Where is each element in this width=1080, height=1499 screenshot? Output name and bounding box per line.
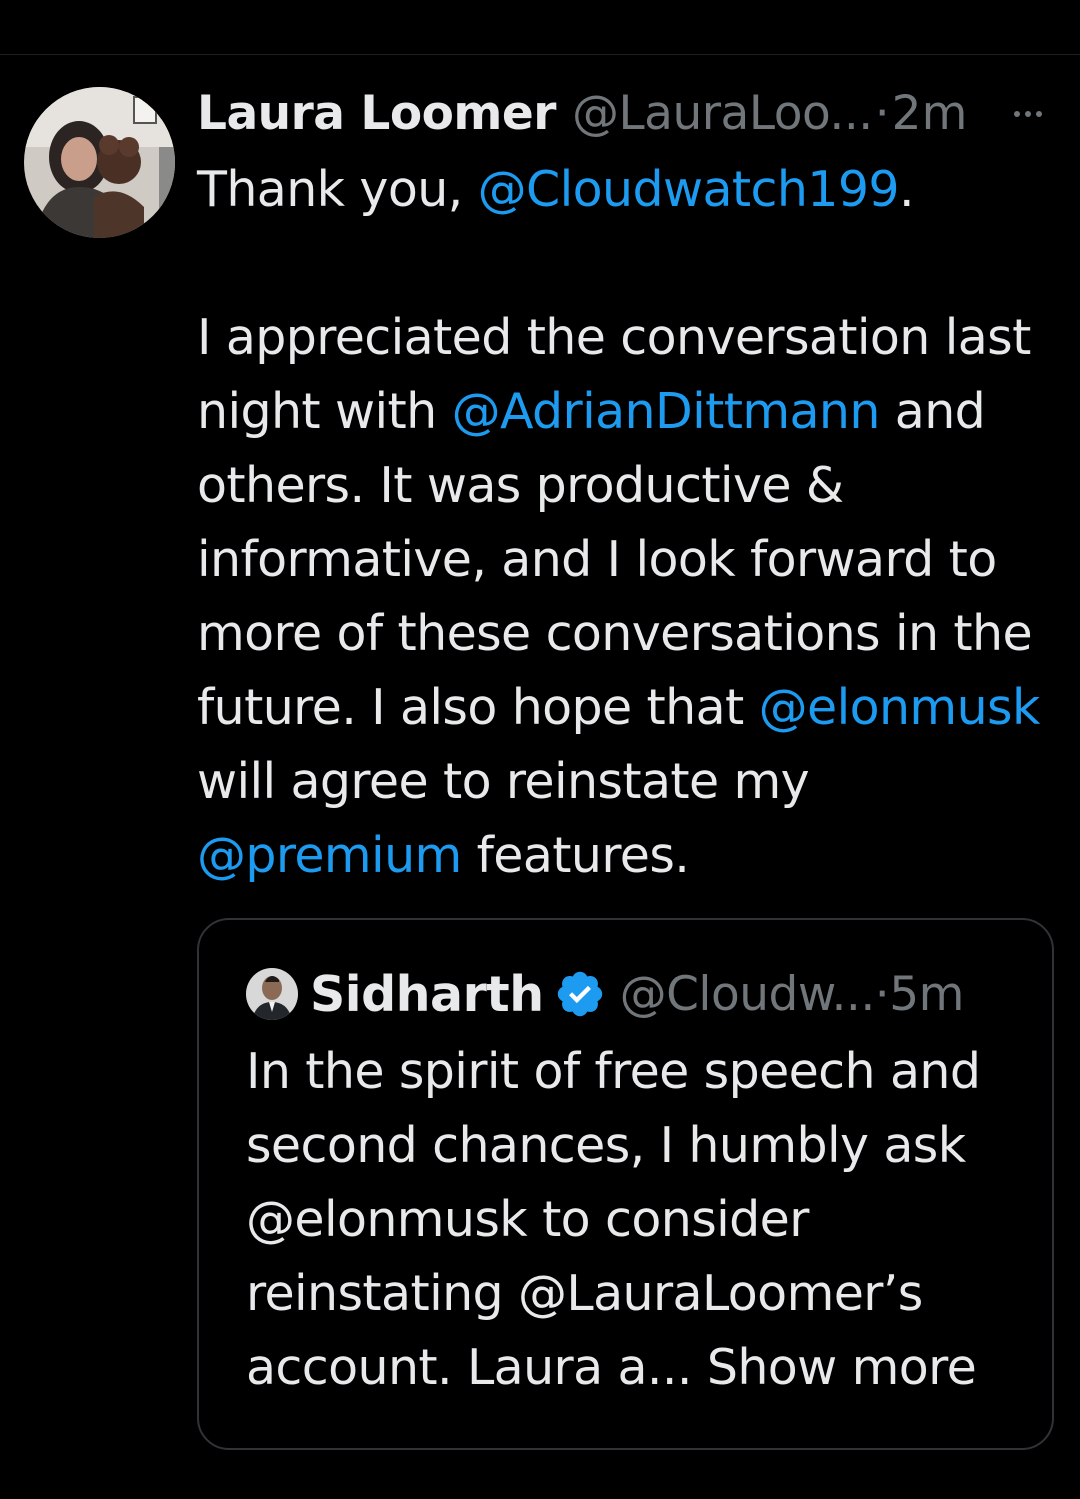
text-segment: night with [197,383,452,440]
quoted-tweet-header: Sidharth @Cloudw...·5m [246,962,964,1026]
tweet-text-line: I appreciated the conversation last [197,301,1067,375]
quoted-tweet-text: In the spirit of free speech and second … [246,1035,1046,1405]
tweet-text-line: will agree to reinstate my [197,745,1067,819]
quoted-text-truncated: account. Laura a... [246,1339,692,1396]
quoted-meta-separator: · [874,966,890,1022]
tweet-text-line: others. It was productive & [197,449,1067,523]
top-divider [0,54,1080,55]
author-name[interactable]: Laura Loomer [197,84,556,144]
tweet-text-line [197,227,1067,301]
quoted-meta: @Cloudw...·5m [620,966,965,1022]
quoted-text-line-last: account. Laura a... Show more [246,1331,1046,1405]
mention-link[interactable]: @Cloudwatch199 [478,161,900,218]
text-segment: I appreciated the conversation last [197,309,1031,366]
quoted-text-line: In the spirit of free speech and [246,1043,981,1100]
avatar-photo [24,87,175,238]
tweet-text-line: informative, and I look forward to [197,523,1067,597]
quoted-text-line: reinstating @LauraLoomer’s [246,1265,923,1322]
quoted-author-handle[interactable]: @Cloudw... [620,967,876,1022]
quoted-timestamp[interactable]: 5m [889,967,964,1022]
tweet-text: Thank you, @Cloudwatch199. I appreciated … [197,153,1067,893]
tweet-text-line: future. I also hope that @elonmusk [197,671,1067,745]
mention-link[interactable]: @elonmusk [759,679,1041,736]
text-segment: and [879,383,986,440]
verified-badge-icon [557,971,602,1017]
quoted-tweet-card[interactable]: Sidharth @Cloudw...·5m In the spirit of … [197,918,1054,1450]
quoted-avatar-photo [246,968,298,1020]
text-segment: . [899,161,915,218]
mention-link[interactable]: @AdrianDittmann [452,383,881,440]
text-segment: future. I also hope that [197,679,759,736]
quoted-avatar[interactable] [246,968,298,1020]
tweet-text-line: @premium features. [197,819,1067,893]
tweet-header: Laura Loomer @LauraLoo... · 2m [197,84,967,144]
text-segment: more of these conversations in the [197,605,1033,662]
text-segment: others. It was productive & [197,457,844,514]
tweet-text-line: night with @AdrianDittmann and [197,375,1067,449]
avatar[interactable] [24,87,175,238]
author-handle[interactable]: @LauraLoo... [572,84,873,144]
tweet-timestamp[interactable]: 2m [892,84,968,144]
quoted-text-line: second chances, I humbly ask [246,1117,966,1174]
text-segment: informative, and I look forward to [197,531,997,588]
meta-separator: · [874,86,890,141]
text-segment: Thank you, [197,161,478,218]
more-horizontal-icon[interactable] [1014,111,1042,117]
quoted-text-line: @elonmusk to consider [246,1191,809,1248]
show-more-link[interactable]: Show more [707,1339,977,1396]
tweet-text-line: Thank you, @Cloudwatch199. [197,153,1067,227]
text-segment: features. [461,827,690,884]
tweet-text-line: more of these conversations in the [197,597,1067,671]
mention-link[interactable]: @premium [197,827,462,884]
quoted-author-name[interactable]: Sidharth [310,966,544,1023]
text-segment: will agree to reinstate my [197,753,810,810]
